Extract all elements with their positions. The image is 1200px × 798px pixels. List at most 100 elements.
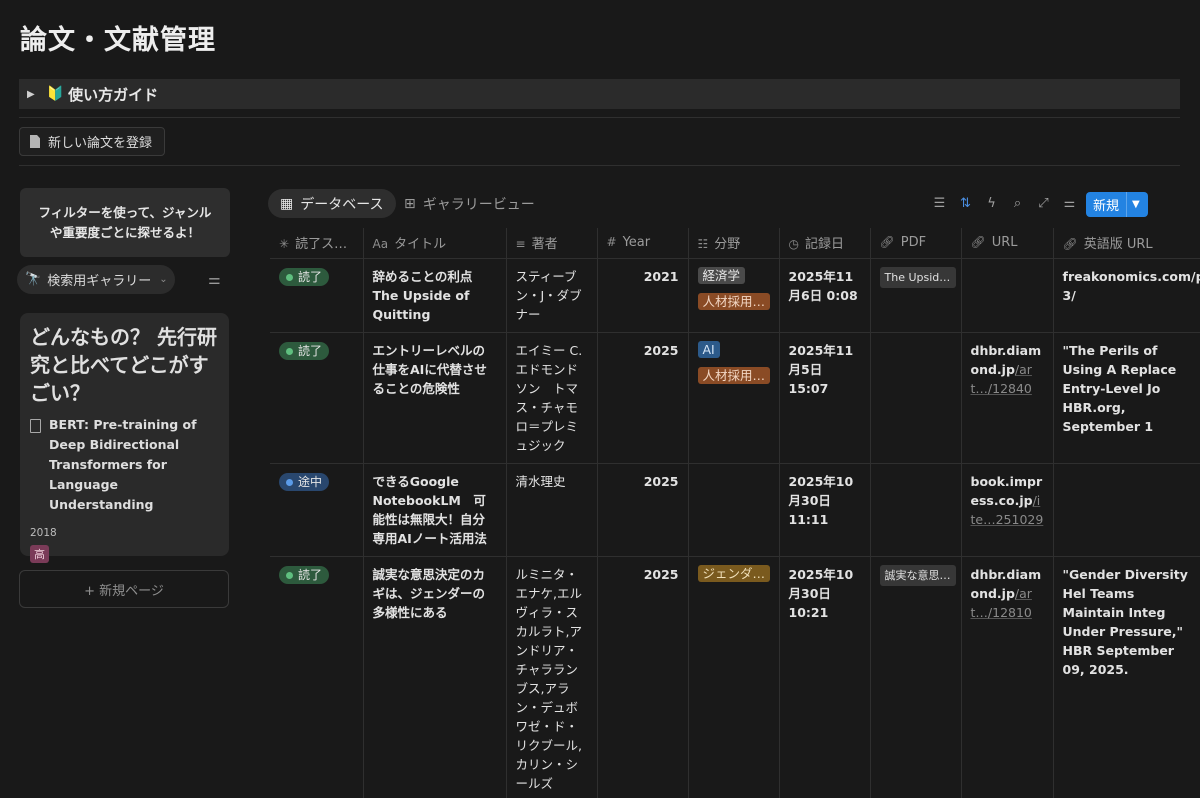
sort-icon[interactable]: ⇅ [958, 196, 973, 211]
status-badge[interactable]: 読了 [279, 268, 330, 286]
cell-recorded[interactable]: 2025年11月6日 0:08 [779, 258, 871, 333]
field-tag[interactable]: 人材採用… [697, 292, 771, 310]
search-icon[interactable]: ⌕ [1010, 196, 1025, 211]
col-header-label: 読了ス… [295, 237, 348, 253]
divider [19, 117, 1180, 118]
field-tag[interactable]: 人材採用… [697, 366, 771, 384]
col-header-recorded[interactable]: ◷ 記録日 [779, 228, 871, 259]
status-badge[interactable]: 読了 [279, 342, 330, 360]
gallery-view-select[interactable]: 🔭 検索用ギャラリー ⌄ [17, 265, 175, 294]
cell-field[interactable] [688, 463, 780, 557]
pdf-file-chip[interactable]: The Upside ... [879, 266, 956, 288]
url-main[interactable]: book.impress.co.jp [971, 474, 1043, 508]
cell-field[interactable]: AI 人材採用… [688, 332, 780, 464]
cell-pdf[interactable]: 誠実な意思… [870, 556, 962, 798]
cell-status[interactable]: 読了 [270, 332, 364, 464]
text-lines-icon: ≡ [515, 237, 526, 252]
cell-recorded[interactable]: 2025年10月30日 11:11 [779, 463, 871, 557]
cell-author[interactable]: ルミニタ・エナケ,エルヴィラ・スカルラト,アンドリア・チャラランブス,アラン・デ… [506, 556, 598, 798]
cell-title[interactable]: エントリーレベルの仕事をAIに代替させることの危険性 [363, 332, 507, 464]
expand-icon[interactable]: ⤢ [1036, 196, 1051, 211]
cell-field[interactable]: ジェンダ… [688, 556, 780, 798]
cell-recorded[interactable]: 2025年11月5日 15:07 [779, 332, 871, 464]
gallery-select-label: 検索用ギャラリー [47, 274, 152, 289]
cell-url[interactable]: dhbr.diamond.jp/art…/12840 [961, 332, 1054, 464]
col-header-title[interactable]: Aa タイトル [363, 228, 507, 259]
new-entry-button[interactable]: 新規 ▼ [1086, 192, 1148, 217]
cell-title[interactable]: できるGoogle NotebookLM 可能性は無限大！自分専用AIノート活用… [363, 463, 507, 557]
field-tag[interactable]: 経済学 [697, 266, 746, 284]
cell-url[interactable]: book.impress.co.jp/ite…251029 [961, 463, 1054, 557]
document-icon [30, 135, 40, 148]
table-row[interactable]: 途中 できるGoogle NotebookLM 可能性は無限大！自分専用AIノート… [270, 463, 1200, 557]
database-table: ✳ 読了ス… Aa タイトル ≡ 著者 # Year ☷ 分野 ◷ 記録日 🔗︎ PDF 🔗︎… [270, 228, 1200, 798]
field-tag[interactable]: ジェンダ… [697, 564, 771, 582]
status-badge[interactable]: 途中 [279, 473, 330, 491]
new-paper-label: 新しい論文を登録 [48, 136, 153, 151]
col-header-label: 著者 [531, 237, 558, 253]
chevron-down-icon[interactable]: ▼ [1126, 192, 1140, 217]
table-row[interactable]: 読了 誠実な意思決定のカギは、ジェンダーの多様性にある ルミニタ・エナケ,エルヴィラ… [270, 556, 1200, 798]
cell-pdf[interactable] [870, 463, 962, 557]
link-icon: 🔗︎ [970, 235, 986, 250]
cell-en-url[interactable]: "Gender Diversity Hel Teams Maintain Int… [1053, 556, 1200, 798]
cell-url[interactable]: dhbr.diamond.jp/art…/12810 [961, 556, 1054, 798]
settings-sliders-icon[interactable]: ⚌ [208, 272, 221, 288]
col-header-label: タイトル [394, 237, 447, 253]
cell-author[interactable]: スティーブン・J・ダブナー [506, 258, 598, 333]
cell-title[interactable]: 辞めることの利点The Upside of Quitting [363, 258, 507, 333]
field-tag[interactable]: AI [697, 340, 720, 358]
col-header-en-url[interactable]: 🔗︎ 英語版 URL [1053, 228, 1200, 259]
col-header-author[interactable]: ≡ 著者 [506, 228, 598, 259]
triangle-right-icon[interactable]: ▶ [27, 89, 35, 100]
cell-year[interactable]: 2025 [597, 332, 689, 464]
tab-gallery[interactable]: ⊞ ギャラリービュー [392, 189, 547, 218]
cell-url[interactable] [961, 258, 1054, 333]
cell-status[interactable]: 読了 [270, 258, 364, 333]
status-dot [286, 347, 293, 355]
pdf-file-chip[interactable]: 誠実な意思… [879, 564, 956, 586]
cell-author[interactable]: 清水理史 [506, 463, 598, 557]
cell-pdf[interactable] [870, 332, 962, 464]
cell-recorded[interactable]: 2025年10月30日 10:21 [779, 556, 871, 798]
number-hash-icon: # [606, 235, 617, 250]
cell-year[interactable]: 2025 [597, 556, 689, 798]
status-badge[interactable]: 読了 [279, 566, 330, 584]
tab-database[interactable]: ▦ データベース [268, 189, 396, 218]
guide-toggle[interactable]: ▶ 🔰 使い方ガイド [19, 79, 1180, 109]
cell-field[interactable]: 経済学人材採用… [688, 258, 780, 333]
gallery-card[interactable]: どんなもの？ 先行研究と比べてどこがすごい？ BERT: Pre-trainin… [20, 313, 229, 563]
cell-pdf[interactable]: The Upside ... [870, 258, 962, 333]
new-paper-button[interactable]: 新しい論文を登録 [19, 127, 165, 156]
cell-en-url[interactable]: "The Perils of Using A Replace Entry-Lev… [1053, 332, 1200, 464]
page-title: 論文・文献管理 [20, 25, 216, 56]
cell-title[interactable]: 誠実な意思決定のカギは、ジェンダーの多様性にある [363, 556, 507, 798]
filter-icon[interactable]: ☰ [932, 196, 947, 211]
settings-sliders-icon[interactable]: ⚌ [1062, 196, 1077, 211]
table-row[interactable]: 読了 エントリーレベルの仕事をAIに代替させることの危険性 エイミー C. エドモン… [270, 332, 1200, 464]
text-type-icon: Aa [372, 237, 389, 252]
cell-year[interactable]: 2025 [597, 463, 689, 557]
cell-status[interactable]: 途中 [270, 463, 364, 557]
tab-gallery-label: ギャラリービュー [422, 196, 535, 213]
status-label: 読了 [298, 567, 323, 582]
status-label: 途中 [298, 474, 323, 489]
cell-author[interactable]: エイミー C. エドモンドソン トマス・チャモロ＝プレミュジック [506, 332, 598, 464]
new-page-button[interactable]: + 新規ページ [19, 570, 229, 608]
automation-bolt-icon[interactable]: ϟ [984, 196, 999, 211]
table-row[interactable]: 読了 辞めることの利点The Upside of Quitting スティーブン・J… [270, 258, 1200, 333]
view-toolbar: ☰ ⇅ ϟ ⌕ ⤢ ⚌ [932, 196, 1077, 211]
cell-en-url[interactable]: freakonomics.com/pc 3/ [1053, 258, 1200, 333]
col-header-pdf[interactable]: 🔗︎ PDF [870, 228, 962, 259]
status-label: 読了 [298, 269, 323, 284]
col-header-url[interactable]: 🔗︎ URL [961, 228, 1054, 259]
col-header-status[interactable]: ✳ 読了ス… [270, 228, 364, 259]
priority-badge: 高 [30, 545, 49, 563]
cell-year[interactable]: 2021 [597, 258, 689, 333]
card-paper[interactable]: BERT: Pre-training of Deep Bidirectional… [30, 415, 219, 515]
cell-status[interactable]: 読了 [270, 556, 364, 798]
col-header-label: 記録日 [804, 237, 844, 253]
cell-en-url[interactable] [1053, 463, 1200, 557]
col-header-field[interactable]: ☷ 分野 [688, 228, 780, 259]
col-header-year[interactable]: # Year [597, 228, 689, 259]
